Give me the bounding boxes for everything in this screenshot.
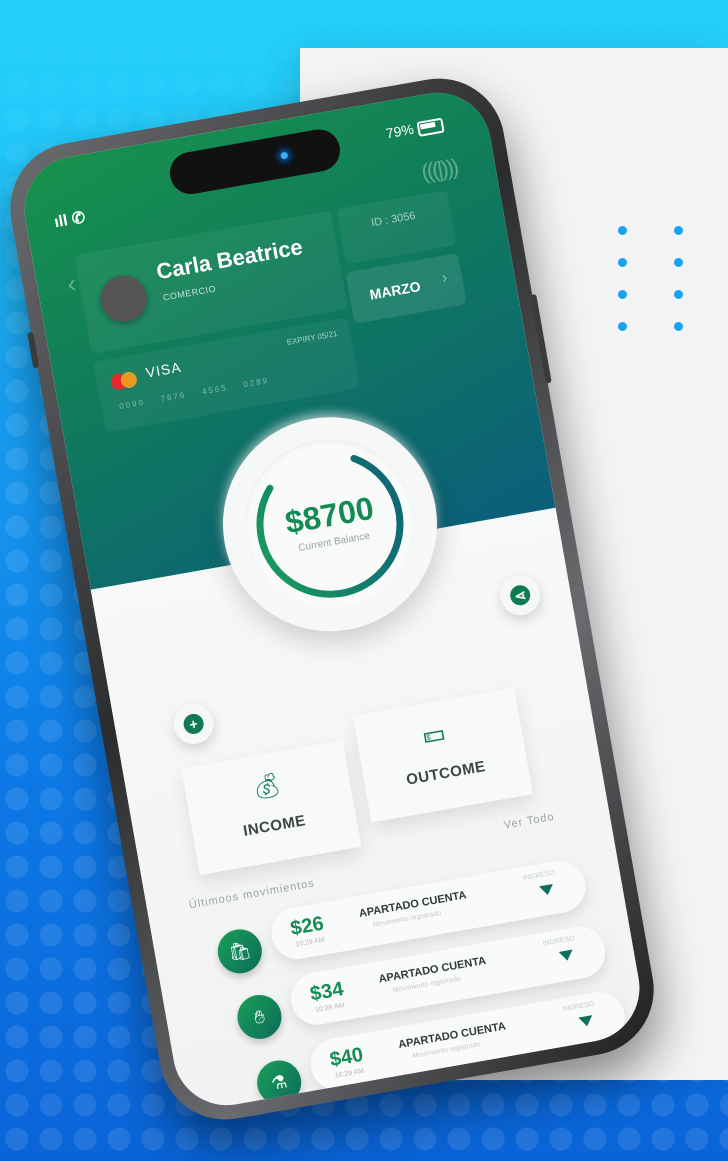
banknote-icon: 💵︎ <box>420 718 447 750</box>
arrow-down-icon <box>578 1015 594 1028</box>
share-icon: ⋖ <box>508 583 532 607</box>
decorative-dots <box>618 226 698 346</box>
plus-icon: + <box>182 712 206 736</box>
money-bag-icon: 💰︎ <box>249 770 285 803</box>
arrow-down-icon <box>539 883 555 897</box>
transaction-type: INGRESO <box>561 1000 595 1014</box>
income-label: INCOME <box>242 812 308 840</box>
transaction-type: INGRESO <box>542 935 576 948</box>
arrow-down-icon <box>558 949 575 962</box>
transaction-type: INGRESO <box>522 869 556 883</box>
outcome-label: OUTCOME <box>405 758 487 789</box>
